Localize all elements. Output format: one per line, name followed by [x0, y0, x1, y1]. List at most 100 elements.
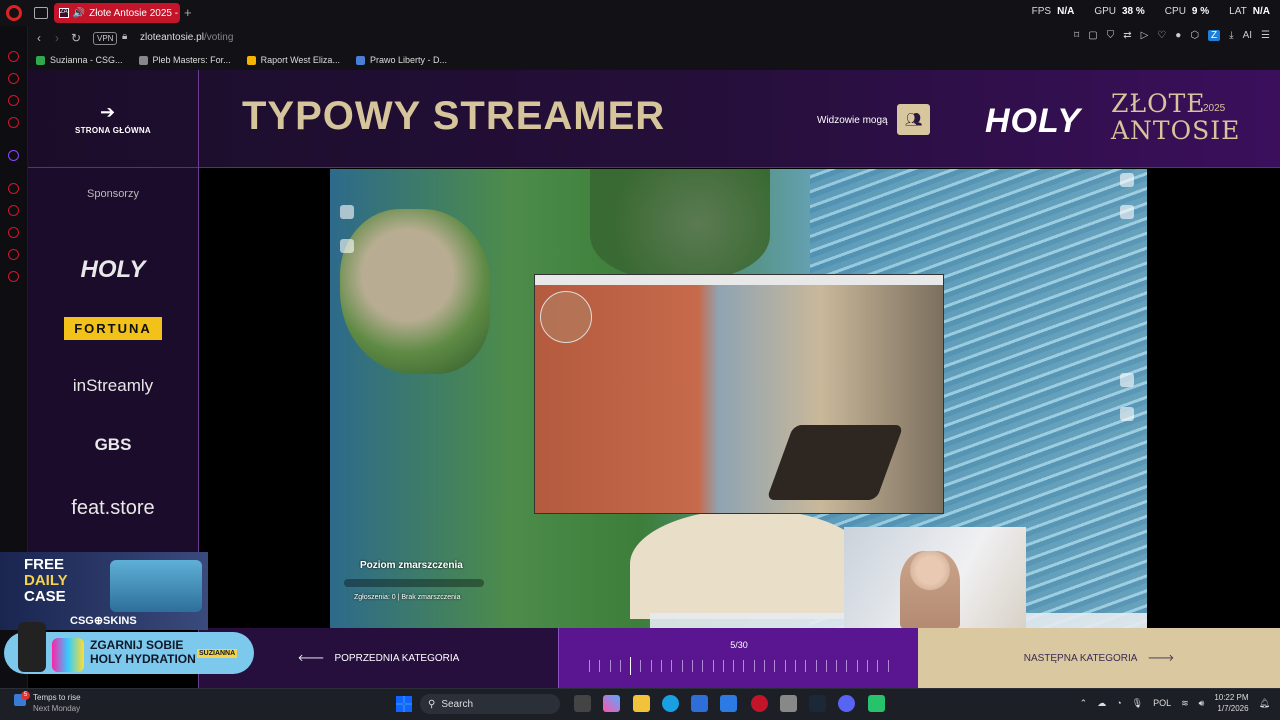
ad-case-line2: DAILY — [24, 572, 68, 589]
settings-icon[interactable] — [8, 271, 19, 282]
microphone-icon[interactable]: 🎙︎ — [1132, 698, 1143, 709]
back-button[interactable]: ‹ — [37, 31, 41, 45]
weather-badge: 5 — [21, 691, 30, 700]
sponsor-gbs[interactable]: GBS — [28, 435, 198, 455]
arrow-left-icon: 🡐 — [297, 653, 325, 664]
edge-icon[interactable] — [662, 695, 679, 712]
bookmark-icon[interactable]: ⌑ — [1074, 30, 1079, 41]
mail-icon[interactable] — [8, 117, 19, 128]
sponsor-instreamly[interactable]: inStreamly — [28, 376, 198, 396]
download-icon[interactable]: ⤓ — [1229, 30, 1233, 41]
ad-case-image — [110, 560, 202, 612]
sponsor-feat-store[interactable]: feat.store — [28, 497, 198, 520]
taskbar-search[interactable]: ⚲ Search — [420, 694, 560, 714]
sponsor-holy[interactable]: HOLY — [28, 256, 198, 284]
copilot-icon[interactable] — [603, 695, 620, 712]
category-progress: 5/30 — [558, 628, 918, 688]
bookmark-favicon — [355, 55, 365, 65]
pinboard-icon[interactable] — [8, 249, 19, 260]
url-field[interactable]: zloteantosie.pl/voting — [140, 32, 233, 43]
menu-icon[interactable]: ☰ — [1261, 30, 1270, 41]
arrow-right-icon: 🡒 — [1147, 653, 1175, 664]
speaker-icon[interactable]: 🔊 — [73, 8, 85, 19]
stat-gpu: GPU 38 % — [1094, 6, 1145, 17]
progress-tick — [836, 660, 838, 672]
tab-islands-icon[interactable] — [34, 7, 48, 19]
shield-icon[interactable]: ⛉ — [1107, 30, 1115, 41]
translate-icon[interactable]: ⇄ — [1123, 30, 1131, 41]
progress-tick — [630, 657, 632, 675]
send-icon[interactable] — [8, 205, 19, 216]
ai-button[interactable]: AI — [1243, 30, 1252, 41]
outlook-icon[interactable] — [720, 695, 737, 712]
bookmark-favicon — [36, 55, 45, 65]
progress-tick — [743, 660, 745, 672]
twitch-icon[interactable] — [8, 150, 19, 161]
tab-title: Złote Antosie 2025 - N — [89, 7, 180, 19]
puzzle-icon[interactable]: ⬡ — [1190, 30, 1199, 41]
language-indicator[interactable]: POL — [1153, 698, 1171, 708]
progress-tick — [764, 660, 766, 672]
bag-icon[interactable] — [8, 73, 19, 84]
back-arrow-icon[interactable]: ➔ — [100, 102, 115, 123]
home-link[interactable]: STRONA GŁÓWNA — [68, 126, 158, 135]
reload-button[interactable]: ↻ — [71, 31, 81, 45]
discord-taskbar-icon[interactable] — [838, 695, 855, 712]
viewers-vote-button[interactable]: 👥︎ — [897, 104, 930, 135]
progress-tick — [691, 660, 693, 672]
windows-start-icon[interactable] — [396, 696, 412, 712]
bookmark-item[interactable]: Pleb Masters: For... — [138, 55, 231, 65]
browser-tab-active[interactable]: ZA 🔊 Złote Antosie 2025 - N — [54, 3, 180, 23]
store-icon[interactable] — [691, 695, 708, 712]
task-view-icon[interactable] — [574, 695, 591, 712]
steam-icon[interactable] — [809, 695, 826, 712]
ad-can-image — [52, 638, 84, 672]
history-icon[interactable] — [8, 51, 19, 62]
chevron-up-icon[interactable]: ⌃ — [1080, 698, 1088, 709]
wifi-icon[interactable]: ≋ — [1181, 698, 1189, 709]
app-icon[interactable] — [868, 695, 885, 712]
volume-icon[interactable]: 🔊︎ — [1199, 698, 1205, 709]
progress-tick — [794, 660, 796, 672]
ad-case-line3: CASE — [24, 588, 66, 605]
tab-favicon: ZA — [59, 8, 69, 18]
snipping-icon[interactable] — [780, 695, 797, 712]
game-radar — [540, 291, 592, 343]
play-icon[interactable]: ▷ — [1141, 30, 1149, 41]
prev-category-label: POPRZEDNIA KATEGORIA — [334, 652, 460, 664]
sponsor-fortuna[interactable]: FORTUNA — [28, 317, 198, 340]
vpn-badge[interactable]: VPN — [93, 32, 118, 45]
clock[interactable]: 10:22 PM 1/7/2026 — [1214, 692, 1248, 714]
next-category-button[interactable]: NASTĘPNA KATEGORIA 🡒 — [918, 628, 1280, 688]
clock-icon[interactable] — [8, 227, 19, 238]
stream-video[interactable]: Poziom zmarszczenia Zgłoszenia: 0 | Brak… — [330, 169, 1147, 628]
heart-icon[interactable]: ♡ — [1157, 30, 1166, 41]
system-tray: ⌃ ☁ ◔ 🎙︎ POL ≋ 🔊︎ 10:22 PM 1/7/2026 🔔︎ — [1080, 692, 1270, 714]
bookmark-item[interactable]: Raport West Eliza... — [246, 55, 340, 65]
forward-button[interactable]: › — [55, 31, 59, 45]
opera-icon[interactable] — [6, 5, 22, 21]
progress-tick — [877, 660, 879, 672]
overlay-subtitle: Zgłoszenia: 0 | Brak zmarszczenia — [354, 594, 461, 601]
snapshot-icon[interactable]: ▢ — [1088, 30, 1097, 41]
network-icon[interactable]: ◔ — [1116, 698, 1121, 708]
lock-icon[interactable]: 🔒︎ — [122, 31, 127, 42]
zlote-antosie-logo: ZŁOTE ANTOSIE — [1111, 90, 1240, 144]
notification-icon[interactable]: 🔔︎ — [1259, 698, 1270, 709]
progress-tick — [815, 660, 817, 672]
new-tab-button[interactable]: + — [184, 5, 192, 20]
progress-tick — [753, 660, 755, 672]
messenger-icon[interactable] — [8, 95, 19, 106]
wallpaper-rock — [340, 209, 490, 374]
progress-tick — [856, 660, 858, 672]
file-explorer-icon[interactable] — [633, 695, 650, 712]
player-icon[interactable] — [8, 183, 19, 194]
bookmark-item[interactable]: Prawo Liberty - D... — [355, 55, 447, 65]
bookmark-item[interactable]: Suzianna - CSG... — [36, 55, 123, 65]
extension-icon[interactable]: ● — [1175, 30, 1181, 41]
opera-taskbar-icon[interactable] — [751, 695, 768, 712]
cloud-icon[interactable]: ☁ — [1097, 698, 1106, 709]
z-extension-icon[interactable]: Z — [1208, 30, 1221, 41]
weather-widget[interactable]: Temps to rise Next Monday — [33, 692, 81, 714]
ad-shaker-image — [18, 622, 46, 672]
